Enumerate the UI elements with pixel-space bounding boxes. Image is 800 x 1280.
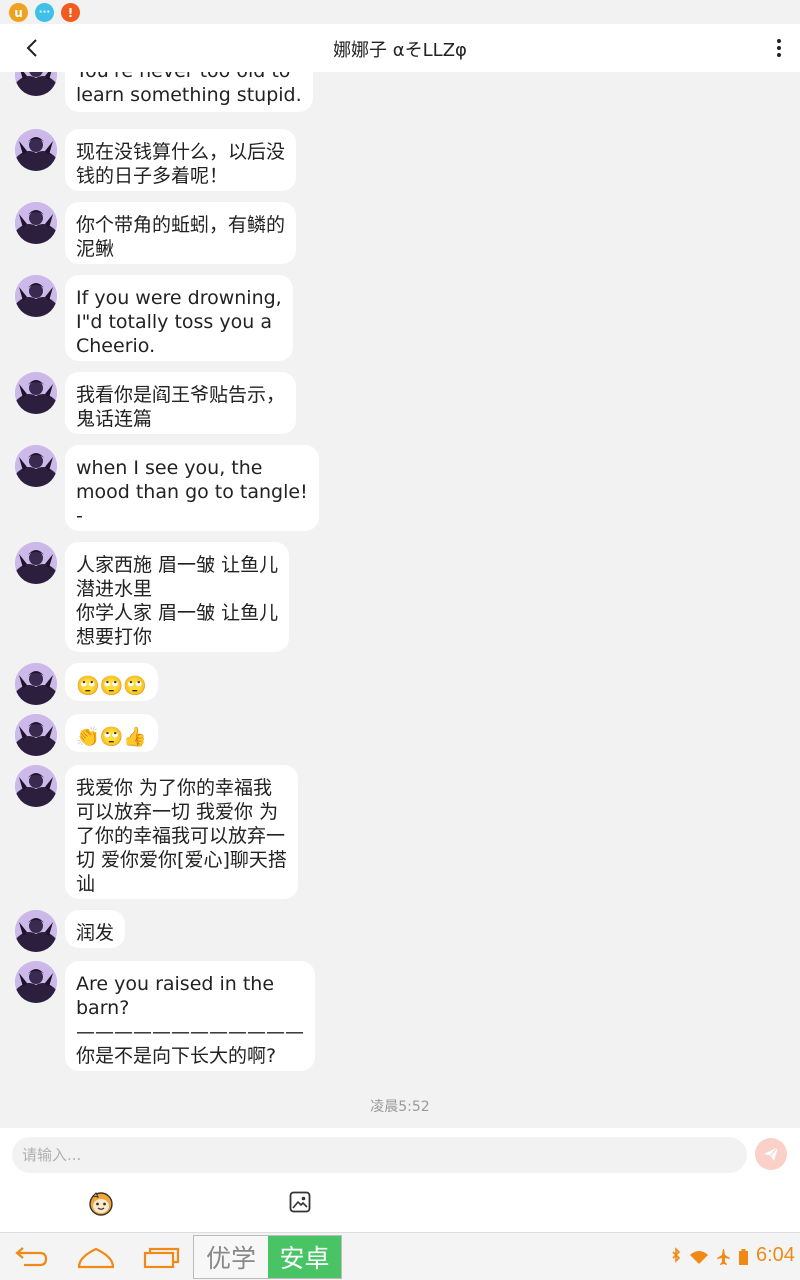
avatar[interactable] [15,542,57,584]
brand-label-anzhuo: 安卓 [268,1236,341,1278]
avatar[interactable] [15,714,57,756]
avatar-image [15,910,57,952]
nav-recent-icon [143,1247,180,1269]
nav-recent-button[interactable] [142,1243,182,1271]
avatar-image [15,714,57,756]
avatar[interactable] [15,202,57,244]
avatar-image [15,372,57,414]
avatar[interactable] [15,663,57,705]
image-icon [289,1191,311,1213]
app-u-notification-icon: u [9,3,28,22]
send-icon [764,1146,779,1161]
message-bubble[interactable]: 👏🙄👍 [65,714,158,752]
avatar-image [15,445,57,487]
avatar[interactable] [15,372,57,414]
avatar[interactable] [15,961,57,1003]
title-bar: 娜娜子 αそLLZφ [0,24,800,72]
message-bubble[interactable]: 润发 [65,910,126,948]
avatar-image [15,765,57,807]
message-bubble[interactable]: You're never too old to learn something … [65,72,313,112]
message-bubble[interactable]: 人家西施 眉一皱 让鱼儿 潜进水里 你学人家 眉一皱 让鱼儿 想要打你 [65,542,290,652]
nav-back-icon [15,1247,48,1267]
message-bubble[interactable]: 我看你是阎王爷贴告示， 鬼话连篇 [65,372,297,434]
message-bubble[interactable]: 🙄🙄🙄 [65,663,158,701]
status-bar: u ··· ! [0,0,800,24]
nav-home-button[interactable] [76,1243,116,1271]
message-bubble[interactable]: 你个带角的蚯蚓，有鳞的 泥鳅 [65,202,297,264]
system-nav-bar: 优学 安卓 6:04 [0,1232,800,1280]
message-bubble[interactable]: 现在没钱算什么，以后没 钱的日子多着呢！ [65,129,297,191]
avatar-image [15,72,57,96]
avatar[interactable] [15,910,57,952]
input-bar [0,1128,800,1232]
more-vertical-icon [777,39,781,57]
system-tray-icons [672,1247,748,1265]
avatar[interactable] [15,72,57,96]
avatar[interactable] [15,275,57,317]
emoji-button[interactable] [86,1188,116,1218]
avatar-image [15,202,57,244]
send-button[interactable] [755,1138,787,1170]
chat-notification-icon: ··· [35,3,54,22]
avatar[interactable] [15,445,57,487]
avatar-image [15,663,57,705]
chat-title: 娜娜子 αそLLZφ [333,40,467,61]
brand-label-youxue: 优学 [194,1236,268,1278]
wifi-icon [690,1251,708,1264]
avatar-image [15,961,57,1003]
message-input[interactable] [12,1137,747,1173]
airplane-icon [717,1249,730,1265]
message-timestamp: 凌晨5:52 [370,1099,430,1115]
bluetooth-icon [672,1247,681,1263]
avatar[interactable] [15,129,57,171]
warning-notification-icon: ! [61,3,80,22]
message-bubble[interactable]: when I see you, the mood than go to tang… [65,445,319,531]
battery-icon [739,1249,748,1265]
avatar-image [15,542,57,584]
nav-home-icon [77,1247,115,1269]
message-bubble[interactable]: 我爱你 为了你的幸福我 可以放弃一切 我爱你 为 了你的幸福我可以放弃一 切 爱… [65,765,298,899]
image-button[interactable] [288,1190,312,1214]
nav-back-button[interactable] [12,1243,52,1271]
avatar-image [15,129,57,171]
avatar-image [15,275,57,317]
clock: 6:04 [756,1244,795,1266]
message-bubble[interactable]: If you were drowning, I"d totally toss y… [65,275,293,361]
message-bubble[interactable]: Are you raised in the barn? ————————————… [65,961,315,1071]
emoji-face-icon [89,1192,113,1216]
message-list[interactable]: You're never too old to learn something … [0,72,800,1128]
brand-badge[interactable]: 优学 安卓 [193,1235,342,1279]
more-options-button[interactable] [772,36,786,62]
avatar[interactable] [15,765,57,807]
